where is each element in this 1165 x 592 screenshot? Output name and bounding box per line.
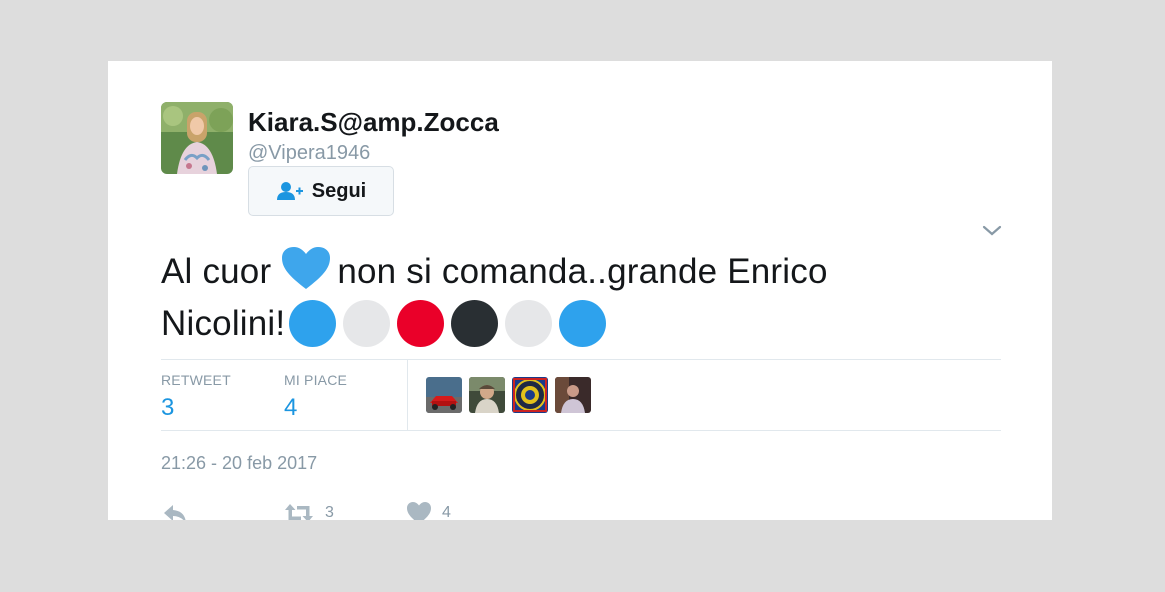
retweet-stat-count[interactable]: 3: [161, 394, 174, 422]
liker-avatars: [426, 377, 591, 413]
stats-bottom-divider: [161, 430, 1001, 431]
add-user-icon: [276, 182, 303, 200]
retweet-icon: [285, 504, 313, 520]
white-circle-icon: [343, 300, 391, 347]
like-action-count: 4: [442, 504, 451, 520]
follow-button[interactable]: Segui: [248, 166, 394, 216]
emoji-circles: [289, 300, 607, 347]
tweet-text: Al cuor non si comanda..grande Enrico Ni…: [161, 245, 981, 349]
white-circle-icon: [505, 300, 553, 347]
liker-avatar[interactable]: [469, 377, 505, 413]
like-button[interactable]: 4: [406, 501, 451, 520]
blue-circle-icon: [289, 300, 337, 347]
black-circle-icon: [451, 300, 499, 347]
reply-icon: [164, 505, 186, 520]
heart-icon: [407, 502, 431, 520]
liker-avatar[interactable]: [555, 377, 591, 413]
display-name[interactable]: Kiara.S@amp.Zocca: [248, 107, 499, 138]
blue-circle-icon: [559, 300, 607, 347]
likes-stat-count[interactable]: 4: [284, 394, 297, 422]
retweet-button[interactable]: 3: [283, 501, 334, 520]
tweet-card: Kiara.S@amp.Zocca @Vipera1946 Segui Al c…: [108, 61, 1052, 520]
likes-stat-label: MI PIACE: [284, 372, 348, 388]
retweet-stat-label: RETWEET: [161, 372, 231, 388]
tweet-text-part3: Nicolini!: [161, 303, 286, 343]
reply-button[interactable]: [161, 501, 189, 520]
retweet-action-count: 3: [325, 504, 334, 520]
user-handle[interactable]: @Vipera1946: [248, 142, 370, 165]
stats-top-divider: [161, 359, 1001, 360]
avatar[interactable]: [161, 102, 233, 174]
red-circle-icon: [397, 300, 445, 347]
blue-heart-icon: [282, 246, 331, 289]
liker-avatar[interactable]: [512, 377, 548, 413]
tweet-text-part2: non si comanda..grande Enrico: [337, 251, 828, 291]
liker-avatar[interactable]: [426, 377, 462, 413]
tweet-timestamp[interactable]: 21:26 - 20 feb 2017: [161, 453, 317, 474]
tweet-text-part1: Al cuor: [161, 251, 272, 291]
chevron-down-icon[interactable]: [980, 219, 1004, 243]
stats-vertical-divider: [407, 360, 408, 430]
follow-label: Segui: [311, 179, 367, 202]
